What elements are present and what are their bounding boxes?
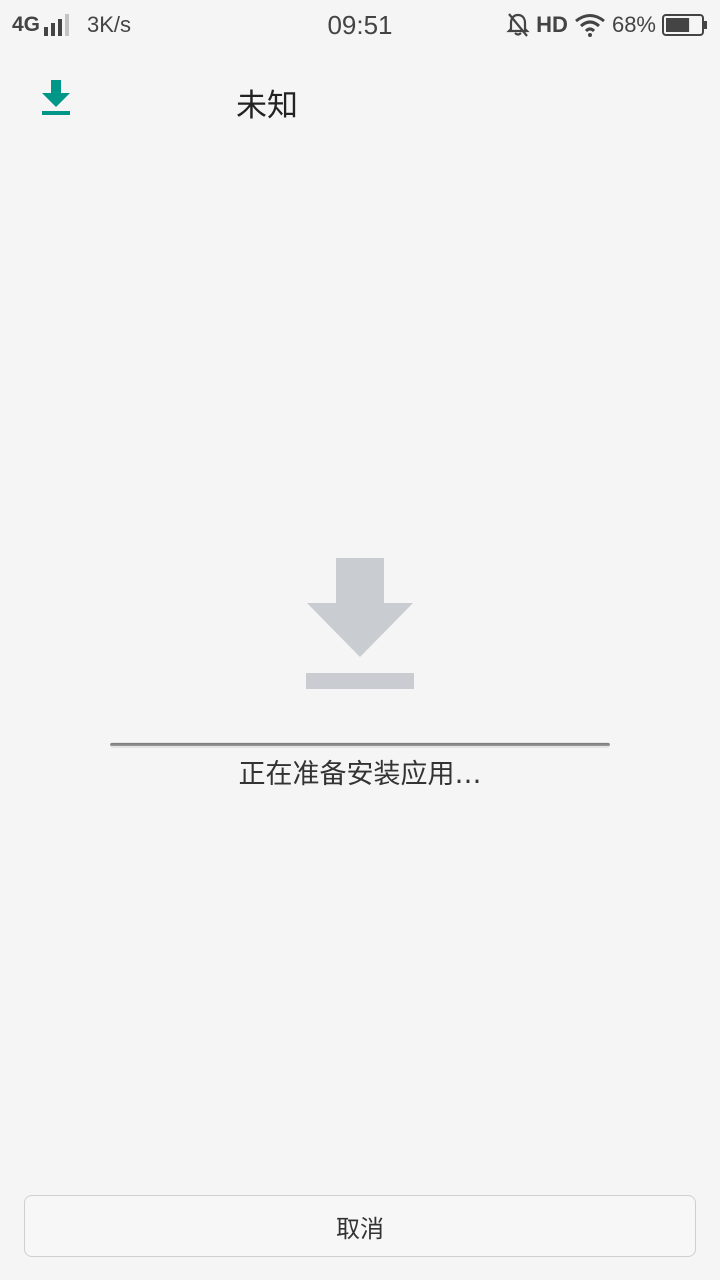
app-title: 未知 [236,88,298,124]
battery-percentage: 68% [611,12,656,37]
download-icon [42,80,70,115]
bell-off-icon [506,13,530,37]
download-icon [306,558,414,689]
battery-icon [662,14,707,36]
install-status-text: 正在准备安装应用… [238,759,482,790]
install-progress-fill [110,743,610,746]
hd-indicator: HD [536,12,568,37]
status-bar: 4G 3K/s 09:51 HD 68% [0,0,720,50]
status-indicators: HD 68% [506,9,708,41]
wifi-icon [575,14,605,37]
install-progress-bar [110,742,610,748]
header: 未知 [0,60,720,138]
cancel-button[interactable]: 取消 [24,1195,696,1257]
